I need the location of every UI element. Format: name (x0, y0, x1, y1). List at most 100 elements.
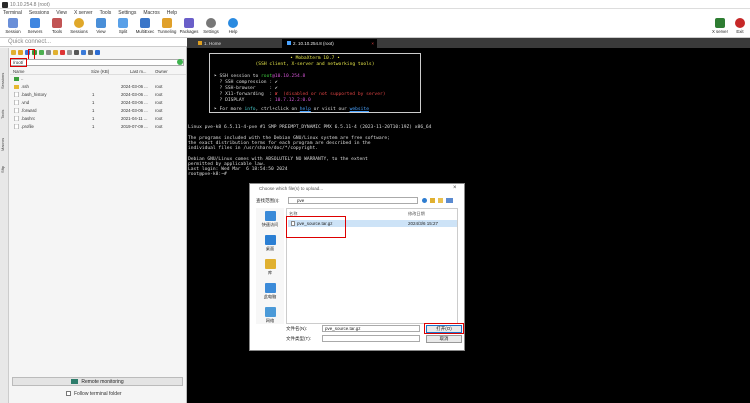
terminal-icon[interactable] (74, 50, 79, 55)
place-libraries[interactable]: 库 (256, 259, 284, 276)
place-desktop[interactable]: 桌面 (256, 235, 284, 252)
col-size[interactable]: Size (KB) (91, 69, 109, 74)
view-menu-icon[interactable] (446, 198, 453, 203)
delete-icon[interactable] (60, 50, 65, 55)
menu-x-server[interactable]: X server (74, 9, 93, 17)
folder-icon (14, 84, 19, 90)
main-toolbar: Session Servers Tools Sessions View Spli… (0, 17, 750, 38)
dialog-places-bar: 快速访问 桌面 库 此电脑 网络 (256, 208, 284, 324)
menu-help[interactable]: Help (167, 9, 177, 17)
menu-sessions[interactable]: Sessions (29, 9, 49, 17)
toolbar-view-button[interactable]: View (90, 18, 112, 37)
file-list-header: Name Size (KB) Last m... Owner (10, 68, 186, 75)
refresh-icon[interactable] (39, 50, 44, 55)
file-row[interactable]: .bash_history 1 2024-03-06 ... root (10, 91, 186, 98)
welcome-banner: • MobaXterm 10.7 • (SSH client, X-server… (209, 53, 421, 113)
col-date-header[interactable]: 修改日期 (408, 211, 425, 217)
help-link[interactable]: help (300, 107, 311, 112)
file-row-parent[interactable]: .. (10, 76, 186, 82)
file-icon (14, 107, 19, 114)
col-owner[interactable]: Owner (155, 69, 168, 74)
close-tab-icon[interactable]: × (371, 39, 374, 48)
selected-file-highlight (286, 216, 346, 238)
col-name[interactable]: Name (13, 69, 24, 74)
toolbar-tools-button[interactable]: Tools (46, 18, 68, 37)
file-row[interactable]: .bashrc 1 2021-04-11 ... root (10, 115, 186, 122)
menu-terminal[interactable]: Terminal (3, 9, 22, 17)
view-icon (96, 18, 106, 28)
toolbar-servers-button[interactable]: Servers (24, 18, 46, 37)
info-line: ➤ For more info, ctrl+click on help or v… (214, 107, 369, 112)
filename-input[interactable]: pve_source.tar.gz (322, 325, 420, 332)
menu-settings[interactable]: Settings (118, 9, 136, 17)
look-in-select[interactable]: pve (288, 197, 418, 204)
home-tab-icon (198, 41, 202, 45)
terminal-prompt: root@pve-k8:~# (188, 172, 230, 177)
checkbox-box (66, 391, 71, 397)
col-modified[interactable]: Last m... (130, 69, 146, 74)
toolbar-tunneling-button[interactable]: Tunneling (156, 18, 178, 37)
cancel-button[interactable]: 取消 (426, 335, 462, 343)
path-input[interactable]: /root/ (10, 59, 184, 66)
up-icon[interactable] (430, 198, 435, 203)
toolbar-multiexec-button[interactable]: MultiExec (134, 18, 156, 37)
toolbar-session-button[interactable]: Session (2, 18, 24, 37)
menu-view[interactable]: View (56, 9, 67, 17)
new-file-icon[interactable] (46, 50, 51, 55)
toolbar-help-button[interactable]: Help (222, 18, 244, 37)
place-this-pc[interactable]: 此电脑 (256, 283, 284, 300)
vtab-macros[interactable]: Macros (0, 134, 9, 154)
file-row[interactable]: .ssh 2024-03-06 ... root (10, 84, 186, 90)
file-row[interactable]: .profile 1 2019-07-09 ... root (10, 123, 186, 130)
filetype-select[interactable] (322, 335, 420, 342)
follow-terminal-checkbox[interactable]: Follow terminal folder (66, 391, 122, 397)
title-bar: 10.10.254.8 (root) (0, 0, 750, 9)
menu-bar: Terminal Sessions View X server Tools Setting… (0, 9, 750, 17)
close-icon[interactable]: × (453, 185, 457, 191)
filetype-label: 文件类型(T): (286, 336, 311, 341)
vtab-sftp[interactable]: Sftp (0, 162, 9, 176)
back-icon[interactable] (422, 198, 427, 203)
place-network[interactable]: 网络 (256, 307, 284, 324)
remote-monitoring-button[interactable]: Remote monitoring (12, 377, 183, 386)
toolbar-settings-button[interactable]: Settings (200, 18, 222, 37)
vtab-sessions[interactable]: Sessions (0, 68, 9, 94)
library-icon (264, 259, 276, 269)
filename-label: 文件名(N): (286, 326, 307, 331)
menu-macros[interactable]: Macros (143, 9, 159, 17)
session-icon (8, 18, 18, 28)
window-title: 10.10.254.8 (root) (10, 1, 50, 8)
sync-status-icon[interactable] (177, 59, 183, 65)
new-folder-icon[interactable] (53, 50, 58, 55)
toolbar-packages-button[interactable]: Packages (178, 18, 200, 37)
new-folder-icon[interactable] (438, 198, 443, 203)
website-link[interactable]: website (350, 107, 369, 112)
tunneling-icon (162, 18, 172, 28)
home-icon[interactable] (11, 50, 16, 55)
dialog-title: Choose which file(s) to upload... (259, 186, 324, 191)
file-row[interactable]: .forward 1 2024-03-06 ... root (10, 107, 186, 114)
toolbar-x-server-button[interactable]: X server (709, 18, 731, 37)
edit-icon[interactable] (88, 50, 93, 55)
servers-icon (30, 18, 40, 28)
menu-tools[interactable]: Tools (100, 9, 112, 17)
toolbar-exit-button[interactable]: Exit (731, 18, 749, 37)
x-server-icon (715, 18, 725, 28)
filter-icon[interactable] (81, 50, 86, 55)
list-icon[interactable] (95, 50, 100, 55)
tab-ssh-session[interactable]: 2. 10.10.254.8 (root) × (282, 39, 377, 48)
settings-icon[interactable] (67, 50, 72, 55)
file-row[interactable]: .vnd 1 2024-03-06 ... root (10, 99, 186, 106)
toolbar-sessions-button[interactable]: Sessions (68, 18, 90, 37)
vtab-tools[interactable]: Tools (0, 106, 9, 122)
file-icon (14, 99, 19, 106)
up-folder-icon[interactable] (18, 50, 23, 55)
packages-icon (184, 18, 194, 28)
x11-line: ? X11-forwarding : ✘ (disabled or not su… (214, 92, 386, 97)
display-line: ? DISPLAY : 10.7.12.2:0.0 (214, 98, 311, 103)
toolbar-split-button[interactable]: Split (112, 18, 134, 37)
place-quick-access[interactable]: 快速访问 (256, 211, 284, 228)
gear-icon (206, 18, 216, 28)
tab-home[interactable]: 1. Home (193, 39, 271, 48)
quick-connect-input[interactable]: Quick connect... (0, 38, 187, 47)
